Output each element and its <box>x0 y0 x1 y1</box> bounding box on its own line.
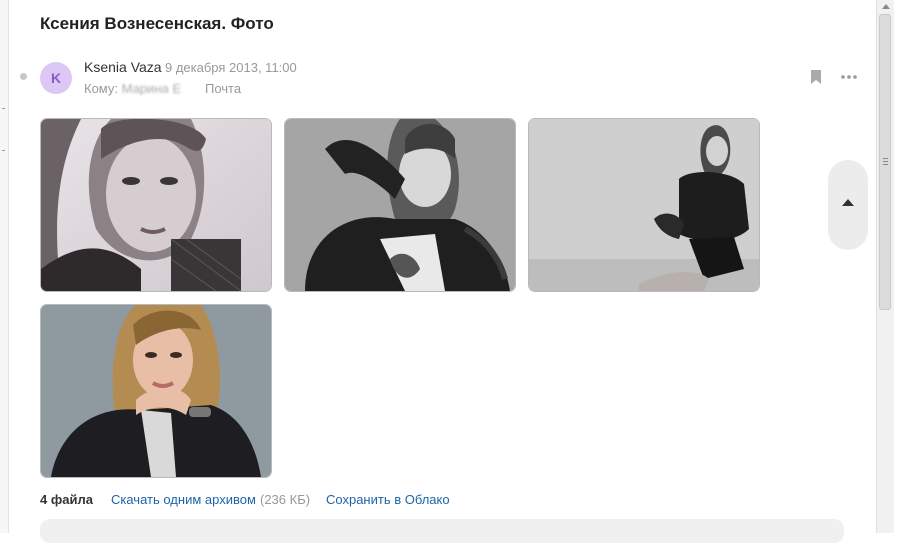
message-subject: Ксения Вознесенская. Фото <box>40 14 274 33</box>
scrollbar-grip <box>883 161 888 162</box>
photo-thumbnail[interactable] <box>528 118 760 292</box>
folder-label[interactable]: Почта <box>205 81 241 96</box>
attachments-count: 4 файла <box>40 492 93 507</box>
message-date: 9 декабря 2013, 11:00 <box>165 60 297 75</box>
bookmark-icon[interactable] <box>810 69 822 85</box>
photo-image <box>285 119 515 291</box>
scrollbar-thumb[interactable] <box>879 14 891 310</box>
read-status-dot[interactable] <box>20 73 27 80</box>
photo-image <box>529 119 759 291</box>
left-edge-grip <box>2 108 5 109</box>
save-to-cloud-link[interactable]: Сохранить в Облако <box>326 492 450 507</box>
photo-thumbnail[interactable] <box>40 118 272 292</box>
photo-thumbnail[interactable] <box>40 304 272 478</box>
recipient-row: Кому: Марина Е <box>84 81 181 96</box>
archive-size: (236 КБ) <box>260 492 311 507</box>
photo-image <box>41 305 271 477</box>
vertical-scrollbar[interactable] <box>876 0 894 533</box>
sender-avatar[interactable]: K <box>40 62 72 94</box>
scroll-up-arrow-icon[interactable] <box>882 4 890 9</box>
photo-image <box>41 119 271 291</box>
more-dots-icon[interactable] <box>840 70 858 84</box>
right-margin <box>894 0 908 533</box>
photo-thumbnail[interactable] <box>284 118 516 292</box>
scrollbar-grip <box>883 158 888 159</box>
reply-box[interactable] <box>40 519 844 543</box>
to-label: Кому: <box>84 81 118 96</box>
left-panel-edge <box>0 0 9 533</box>
sender-name[interactable]: Ksenia Vaza <box>84 59 162 75</box>
recipient-name[interactable]: Марина Е <box>122 81 181 96</box>
scroll-to-top-button[interactable] <box>828 160 868 250</box>
scrollbar-grip <box>883 164 888 165</box>
left-edge-grip <box>2 150 5 151</box>
download-archive-link[interactable]: Скачать одним архивом <box>111 492 256 507</box>
arrow-up-icon <box>842 199 854 206</box>
